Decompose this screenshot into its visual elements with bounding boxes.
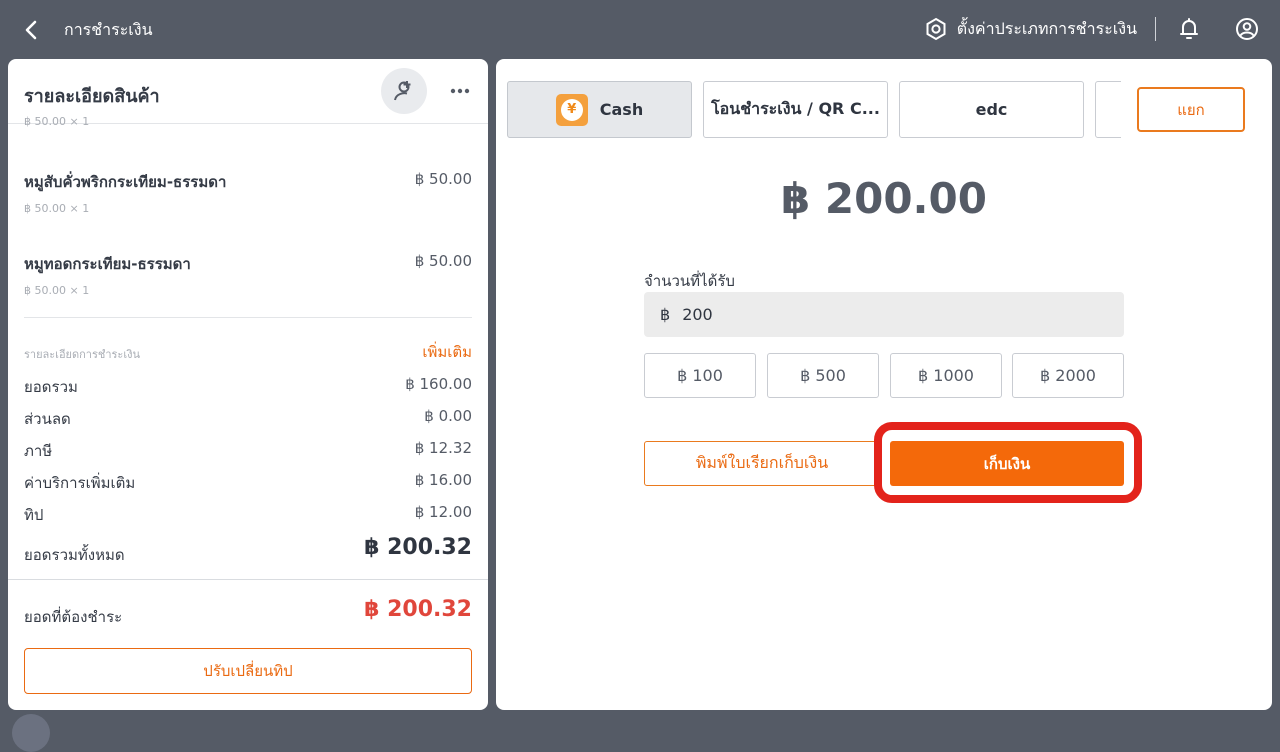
header-actions: ตั้งค่าประเภทการชำระเงิน: [925, 14, 1262, 44]
amount-due-label: ยอดที่ต้องชำระ: [24, 608, 123, 626]
payment-method-tabs: ¥ Cash โอนชำระเงิน / QR C... edc: [507, 81, 1121, 139]
item-qty: ฿ 50.00 × 1: [24, 202, 90, 215]
back-icon[interactable]: [18, 17, 44, 43]
item-qty: ฿ 50.00 × 1: [24, 284, 90, 297]
payment-type-settings-button[interactable]: ตั้งค่าประเภทการชำระเงิน: [925, 17, 1137, 42]
payment-details-label: รายละเอียดการชำระเงิน: [24, 348, 140, 361]
item-name: หมูสับคั่วพริกกระเทียม-ธรรมดา: [24, 173, 227, 191]
bell-icon[interactable]: [1174, 14, 1204, 44]
discount-row: ส่วนลด ฿ 0.00: [24, 407, 472, 429]
add-user-icon: [394, 81, 411, 101]
order-item[interactable]: หมูทอดกระเทียม-ธรรมดา ฿ 50.00 ฿ 50.00 × …: [24, 252, 472, 297]
yen-glyph: ¥: [560, 98, 583, 121]
payment-panel: ¥ Cash โอนชำระเงิน / QR C... edc แยก ฿ 2…: [496, 59, 1272, 710]
subtotal-row: ยอดรวม ฿ 160.00: [24, 375, 472, 397]
currency-symbol: ฿: [660, 305, 671, 324]
tab-more-method[interactable]: [1095, 81, 1121, 138]
split-payment-button[interactable]: แยก: [1137, 87, 1245, 132]
row-label: ยอดรวม: [24, 378, 78, 396]
grand-total-row: ยอดรวมทั้งหมด ฿ 200.32: [24, 535, 472, 565]
row-value: ฿ 12.32: [414, 439, 472, 457]
yen-coin-icon: ¥: [555, 93, 588, 126]
order-summary-header: รายละเอียดสินค้า ฿ 50.00 × 1: [8, 59, 488, 128]
row-value: ฿ 160.00: [405, 375, 472, 393]
top-bar: การชำระเงิน ตั้งค่าประเภทการชำระเงิน: [0, 0, 1280, 58]
payment-type-settings-label: ตั้งค่าประเภทการชำระเงิน: [956, 18, 1137, 38]
tab-transfer-qr[interactable]: โอนชำระเงิน / QR C...: [703, 81, 888, 138]
row-label: ภาษี: [24, 442, 53, 460]
order-summary-title: รายละเอียดสินค้า: [24, 86, 160, 107]
header-divider: [1155, 17, 1156, 41]
tab-label: Cash: [599, 100, 644, 119]
tab-label: edc: [975, 100, 1008, 119]
payment-amount: ฿ 200.00: [781, 174, 987, 223]
settings-hexagon-icon: [926, 17, 946, 41]
row-label: ทิป: [24, 506, 44, 524]
due-divider: [8, 579, 488, 580]
row-value: ฿ 16.00: [414, 471, 472, 489]
tab-label: โอนชำระเงิน / QR C...: [711, 99, 880, 118]
user-icon[interactable]: [1232, 14, 1262, 44]
item-price: ฿ 50.00: [414, 170, 472, 188]
more-details-link[interactable]: เพิ่มเติม: [422, 340, 472, 364]
quick-amount-1000-button[interactable]: ฿ 1000: [890, 353, 1002, 398]
page-title: การชำระเงิน: [64, 20, 153, 39]
tab-edc[interactable]: edc: [899, 81, 1084, 138]
row-label: ส่วนลด: [24, 410, 71, 428]
amount-due-row: ยอดที่ต้องชำระ ฿ 200.32: [24, 597, 472, 629]
clipped-item-qty: ฿ 50.00 × 1: [24, 115, 90, 128]
adjust-tip-button[interactable]: ปรับเปลี่ยนทิป: [24, 648, 472, 694]
tip-row: ทิป ฿ 12.00: [24, 503, 472, 525]
add-customer-button[interactable]: [381, 68, 427, 114]
row-value: ฿ 0.00: [424, 407, 472, 425]
received-amount-label: จำนวนที่ได้รับ: [644, 272, 735, 290]
row-value: ฿ 12.00: [414, 503, 472, 521]
grand-total-value: ฿ 200.32: [364, 535, 472, 560]
print-bill-button[interactable]: พิมพ์ใบเรียกเก็บเงิน: [644, 441, 880, 486]
row-label: ค่าบริการเพิ่มเติม: [24, 474, 136, 492]
order-item[interactable]: หมูสับคั่วพริกกระเทียม-ธรรมดา ฿ 50.00 ฿ …: [24, 170, 472, 215]
tax-row: ภาษี ฿ 12.32: [24, 439, 472, 461]
amount-due-value: ฿ 200.32: [364, 597, 472, 622]
quick-amount-2000-button[interactable]: ฿ 2000: [1012, 353, 1124, 398]
received-amount-value: 200: [682, 305, 713, 324]
more-options-icon[interactable]: [445, 79, 475, 103]
item-name: หมูทอดกระเทียม-ธรรมดา: [24, 255, 191, 273]
item-price: ฿ 50.00: [414, 252, 472, 270]
received-amount-input[interactable]: ฿ 200: [644, 292, 1124, 337]
collect-payment-button[interactable]: เก็บเงิน: [890, 441, 1124, 486]
order-summary-panel: รายละเอียดสินค้า ฿ 50.00 × 1 หมูสับคั่วพ…: [8, 59, 488, 710]
tab-cash[interactable]: ¥ Cash: [507, 81, 692, 138]
section-divider: [24, 317, 472, 318]
service-charge-row: ค่าบริการเพิ่มเติม ฿ 16.00: [24, 471, 472, 493]
quick-amount-500-button[interactable]: ฿ 500: [767, 353, 879, 398]
quick-amount-100-button[interactable]: ฿ 100: [644, 353, 756, 398]
grand-total-label: ยอดรวมทั้งหมด: [24, 546, 125, 564]
